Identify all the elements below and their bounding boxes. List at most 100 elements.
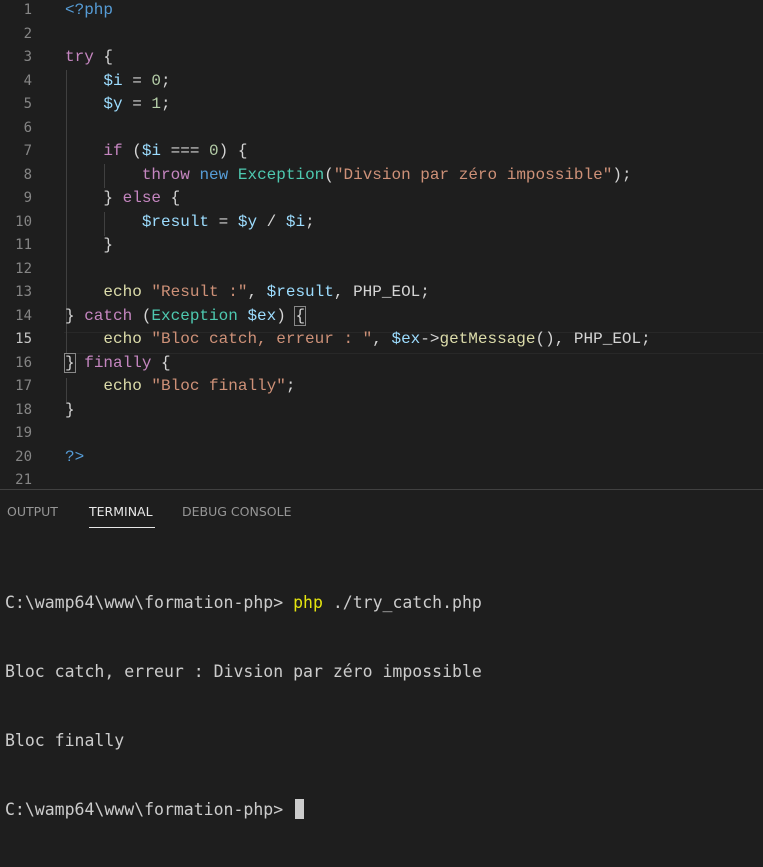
code-line[interactable]: 15 echo "Bloc catch, erreur : ", $ex->ge… [0, 328, 763, 352]
code-text: ?> [65, 446, 84, 470]
code-token: new [199, 165, 229, 184]
code-token: { [161, 189, 181, 207]
code-line[interactable]: 13 echo "Result :", $result, PHP_EOL; [0, 281, 763, 305]
line-number: 13 [15, 284, 32, 300]
code-token: = [122, 95, 152, 113]
line-number: 8 [23, 166, 32, 183]
code-text: $i = 0; [65, 70, 170, 94]
terminal-prompt: C:\wamp64\www\formation-php> [5, 800, 284, 819]
tab-debug-console[interactable]: DEBUG CONSOLE [182, 504, 291, 519]
code-line[interactable]: 12 [0, 258, 763, 282]
code-token: 1 [151, 95, 162, 113]
code-line[interactable]: 9 } else { [0, 187, 763, 211]
line-number: 7 [23, 143, 32, 159]
code-token: / [257, 212, 286, 231]
line-number: 3 [23, 49, 32, 65]
code-token: } [65, 189, 123, 207]
code-line[interactable]: 5 $y = 1; [0, 93, 763, 117]
code-line[interactable]: 8 throw new Exception("Divsion par zéro … [0, 164, 763, 188]
matched-bracket: } [64, 352, 76, 373]
code-text: $y = 1; [65, 93, 171, 117]
line-number: 20 [15, 448, 32, 465]
code-text: } else { [65, 187, 180, 211]
line-number: 5 [23, 96, 32, 112]
code-text: } catch (Exception $ex) { [65, 305, 307, 329]
code-line[interactable]: 21 [0, 469, 763, 489]
code-token: ); [612, 165, 632, 184]
code-token: else [122, 189, 162, 207]
code-token: $i [285, 212, 306, 231]
code-text: echo "Bloc catch, erreur : ", $ex->getMe… [65, 328, 650, 352]
line-number: 12 [15, 260, 32, 277]
terminal-prompt: C:\wamp64\www\formation-php> [5, 593, 284, 612]
code-line[interactable]: 19 [0, 422, 763, 446]
code-token: "Divsion par zéro impossible" [333, 165, 613, 184]
code-text: $result = $y / $i; [65, 211, 315, 235]
code-token: { [93, 48, 114, 66]
code-line[interactable]: 11 } [0, 234, 763, 258]
code-token: <?php [65, 1, 114, 19]
tab-terminal[interactable]: TERMINAL [89, 504, 153, 519]
terminal-command-exe: php [293, 593, 323, 612]
code-line[interactable]: 18} [0, 399, 763, 423]
terminal-command-args: ./try_catch.php [322, 593, 482, 612]
terminal-output-line: Bloc catch, erreur : Divsion par zéro im… [5, 662, 482, 681]
code-line[interactable]: 6 [0, 117, 763, 141]
code-token: , [372, 330, 392, 348]
code-line[interactable]: 20 ?> [0, 446, 763, 470]
code-token: ?> [65, 447, 85, 466]
tab-output[interactable]: OUTPUT [7, 504, 58, 519]
code-line[interactable]: 3 try { [0, 46, 763, 70]
code-token: "Bloc finally" [151, 377, 286, 395]
code-line[interactable]: 7 if ($i === 0) { [0, 140, 763, 164]
line-number: 17 [15, 378, 32, 394]
code-token: echo [103, 330, 142, 348]
code-token: = [209, 212, 238, 231]
code-token: $ex [247, 306, 277, 325]
matched-bracket: { [294, 305, 307, 326]
code-text: try { [65, 46, 113, 70]
code-text: echo "Bloc finally"; [65, 375, 295, 399]
code-token: $i [141, 142, 162, 160]
line-number: 10 [15, 213, 32, 230]
code-text: } finally { [64, 352, 171, 376]
code-token: if [103, 142, 123, 160]
code-token: echo [103, 377, 142, 395]
code-text: throw new Exception("Divsion par zéro im… [65, 164, 632, 188]
code-token: $ex [391, 330, 421, 348]
code-token: ; [161, 95, 171, 113]
code-token: ) { [218, 142, 248, 160]
code-token: "Result :" [151, 283, 248, 301]
code-text: if ($i === 0) { [65, 140, 247, 164]
code-token: "Bloc catch, erreur : " [151, 330, 373, 348]
terminal[interactable]: C:\wamp64\www\formation-php> php ./try_c… [5, 545, 482, 867]
code-line[interactable]: 10 $result = $y / $i; [0, 211, 763, 235]
code-line[interactable]: 16} finally { [0, 352, 763, 376]
line-number: 21 [15, 472, 32, 488]
code-text: echo "Result :", $result, PHP_EOL; [65, 281, 429, 305]
code-token: { [151, 353, 171, 372]
code-line[interactable]: 1 <?php [0, 0, 763, 23]
code-token: -> [420, 330, 440, 348]
code-token: , [247, 283, 267, 301]
line-number: 18 [15, 401, 32, 418]
code-line[interactable]: 2 [0, 23, 763, 47]
code-token: $y [103, 95, 123, 113]
code-line[interactable]: 17 echo "Bloc finally"; [0, 375, 763, 399]
code-token: Exception [151, 306, 238, 325]
code-token: ; [285, 377, 296, 395]
code-line[interactable]: 4 $i = 0; [0, 70, 763, 94]
code-line[interactable]: 14} catch (Exception $ex) { [0, 305, 763, 329]
bottom-panel: OUTPUT TERMINAL DEBUG CONSOLE C:\wamp64\… [0, 489, 763, 819]
code-editor[interactable]: 1 <?php 2 3 try {4 $i = 0; 5 $y = 1; 6 7 if ($i… [0, 0, 763, 489]
